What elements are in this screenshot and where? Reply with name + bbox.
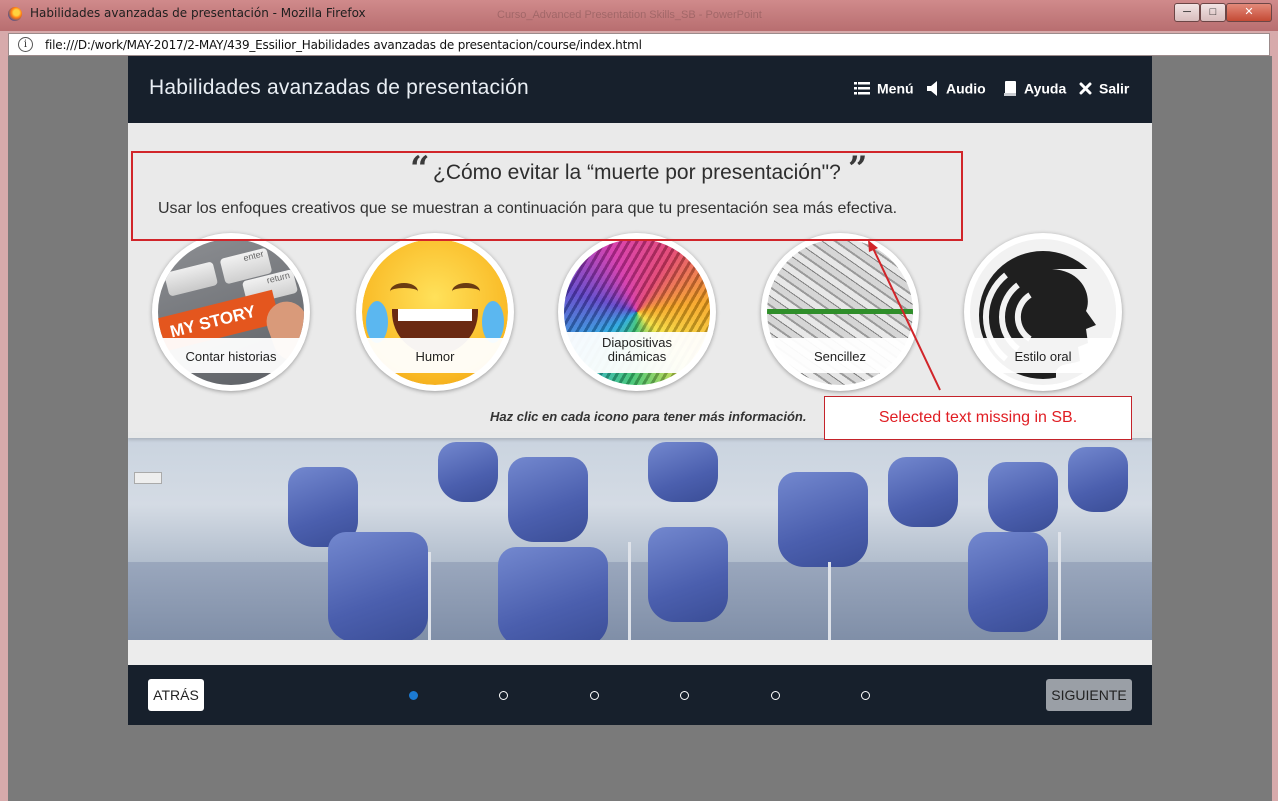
speaker-icon (927, 80, 937, 96)
topic-label-line1: Diapositivas (601, 335, 673, 350)
navigation-toolbar: i file:///D:/work/MAY-2017/2-MAY/439_Ess… (0, 31, 1278, 56)
highlight-box (131, 151, 963, 241)
close-x-icon (1079, 82, 1092, 95)
annotation-arrow (868, 240, 941, 391)
window-title: Habilidades avanzadas de presentación - … (30, 6, 366, 20)
page-dot-5[interactable] (771, 691, 780, 700)
window-titlebar: Habilidades avanzadas de presentación - … (0, 0, 1278, 31)
topic-label: Humor (415, 349, 455, 364)
topic-humor[interactable]: Humor (356, 233, 514, 391)
topic-storytelling[interactable]: enter return MY STORY Contar historias (152, 233, 310, 391)
chair (1068, 447, 1128, 512)
help-label: Ayuda (1024, 80, 1067, 97)
chair-leg (428, 552, 431, 640)
menu-button[interactable]: Menú (854, 79, 914, 97)
chair (438, 442, 498, 502)
chair (498, 547, 608, 640)
window-border-left (0, 56, 8, 801)
chair (888, 457, 958, 527)
emoji-tear (366, 301, 388, 343)
emoji-teeth (398, 309, 472, 321)
topic-dynamic-slides[interactable]: Diapositivas dinámicas (558, 233, 716, 391)
url-bar[interactable]: i file:///D:/work/MAY-2017/2-MAY/439_Ess… (8, 33, 1270, 56)
course-header: Habilidades avanzadas de presentación Me… (128, 56, 1152, 123)
book-icon (1004, 80, 1016, 96)
exit-label: Salir (1099, 80, 1130, 97)
chair (778, 472, 868, 567)
classroom-background-image (128, 432, 1152, 640)
chair (648, 442, 718, 502)
topic-label: Contar historias (185, 349, 277, 364)
chair (648, 527, 728, 622)
page-dot-4[interactable] (680, 691, 689, 700)
exit-button[interactable]: Salir (1079, 79, 1129, 97)
stage-bottom-strip (128, 640, 1152, 665)
back-button[interactable]: ATRÁS (148, 679, 204, 711)
course-footer: ATRÁS SIGUIENTE (128, 665, 1152, 725)
page-dot-1[interactable] (409, 691, 418, 700)
firefox-logo-icon (8, 7, 22, 21)
wall-socket (134, 472, 162, 484)
minimize-button[interactable]: ─ (1174, 3, 1200, 22)
chair-leg (628, 542, 631, 640)
topic-label: Estilo oral (1014, 349, 1072, 364)
course-title: Habilidades avanzadas de presentación (149, 76, 529, 99)
page-dot-2[interactable] (499, 691, 508, 700)
info-icon[interactable]: i (18, 37, 33, 52)
menu-icon (854, 81, 870, 95)
instruction-hint: Haz clic en cada icono para tener más in… (490, 409, 807, 424)
emoji-tear (482, 301, 504, 343)
next-button[interactable]: SIGUIENTE (1046, 679, 1132, 711)
topic-oral-style[interactable]: Estilo oral (964, 233, 1122, 391)
page-dot-3[interactable] (590, 691, 599, 700)
maximize-button[interactable]: □ (1200, 3, 1226, 22)
audio-button[interactable]: Audio (927, 79, 986, 97)
emoji-eye (390, 283, 418, 300)
background-window-title: Curso_Advanced Presentation Skills_SB - … (497, 9, 762, 21)
chair (988, 462, 1058, 532)
menu-label: Menú (877, 80, 914, 97)
annotation-note: Selected text missing in SB. (824, 396, 1132, 440)
chair (508, 457, 588, 542)
chair-leg (1058, 532, 1061, 640)
audio-label: Audio (946, 80, 986, 97)
help-button[interactable]: Ayuda (1004, 79, 1066, 97)
chair (328, 532, 428, 640)
chair (968, 532, 1048, 632)
topic-label-line2: dinámicas (607, 349, 667, 364)
emoji-eye (452, 283, 480, 300)
chair-leg (828, 562, 831, 640)
page-dot-6[interactable] (861, 691, 870, 700)
key (163, 261, 219, 297)
close-window-button[interactable]: ✕ (1226, 3, 1272, 22)
url-text[interactable]: file:///D:/work/MAY-2017/2-MAY/439_Essil… (45, 38, 642, 52)
window-border-right (1272, 56, 1278, 801)
